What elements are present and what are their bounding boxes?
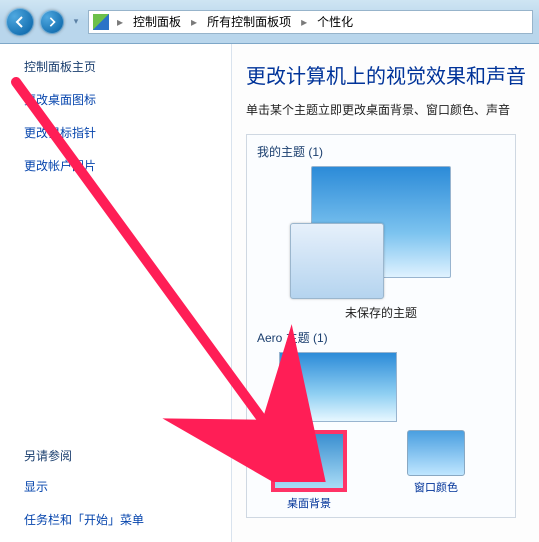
sidebar-link-desktop-icons[interactable]: 更改桌面图标 [24,91,213,108]
address-bar[interactable]: ▸ 控制面板 ▸ 所有控制面板项 ▸ 个性化 [88,10,533,34]
desktop-background-swatch [271,430,347,492]
nav-history-dropdown[interactable]: ▾ [70,16,82,27]
breadcrumb-all-items[interactable]: 所有控制面板项 [205,11,293,32]
breadcrumb-control-panel[interactable]: 控制面板 [131,11,183,32]
sidebar: 控制面板主页 更改桌面图标 更改鼠标指针 更改帐户图片 另请参阅 显示 任务栏和… [0,44,232,542]
theme-thumbnail-unsaved[interactable] [311,166,451,278]
desktop-background-tile[interactable]: 桌面背景 [271,430,347,511]
theme-settings-row: 桌面背景 窗口颜色 [257,426,505,511]
sidebar-title: 控制面板主页 [24,58,213,75]
window-color-swatch [407,430,465,476]
main-area: 控制面板主页 更改桌面图标 更改鼠标指针 更改帐户图片 另请参阅 显示 任务栏和… [0,44,539,542]
content-pane: 更改计算机上的视觉效果和声音 单击某个主题立即更改桌面背景、窗口颜色、声音 我的… [232,44,539,542]
desktop-background-label: 桌面背景 [287,495,331,511]
window-color-tile[interactable]: 窗口颜色 [407,430,465,495]
chevron-right-icon: ▸ [187,15,201,29]
arrow-right-icon [47,17,57,27]
themes-group: 我的主题 (1) 未保存的主题 Aero 主题 (1) 桌面背景 窗口颜色 [246,134,516,518]
window-titlebar: ▾ ▸ 控制面板 ▸ 所有控制面板项 ▸ 个性化 [0,0,539,44]
page-subtext: 单击某个主题立即更改桌面背景、窗口颜色、声音 [246,101,539,118]
nav-back-button[interactable] [6,8,34,36]
theme-label-unsaved: 未保存的主题 [257,304,505,321]
sidebar-see-also-header: 另请参阅 [24,447,213,464]
sidebar-link-account-picture[interactable]: 更改帐户图片 [24,157,213,174]
sidebar-link-mouse-pointers[interactable]: 更改鼠标指针 [24,124,213,141]
my-themes-header: 我的主题 (1) [257,143,505,160]
sidebar-link-display[interactable]: 显示 [24,478,213,495]
control-panel-icon [93,14,109,30]
window-color-label: 窗口颜色 [414,479,458,495]
theme-thumbnail-aero[interactable] [279,352,397,422]
chevron-right-icon: ▸ [113,15,127,29]
aero-themes-header: Aero 主题 (1) [257,329,505,346]
sidebar-link-taskbar[interactable]: 任务栏和「开始」菜单 [24,511,213,528]
chevron-right-icon: ▸ [297,15,311,29]
arrow-left-icon [14,16,26,28]
nav-forward-button[interactable] [40,10,64,34]
page-heading: 更改计算机上的视觉效果和声音 [246,60,539,89]
breadcrumb-personalization[interactable]: 个性化 [315,11,355,32]
